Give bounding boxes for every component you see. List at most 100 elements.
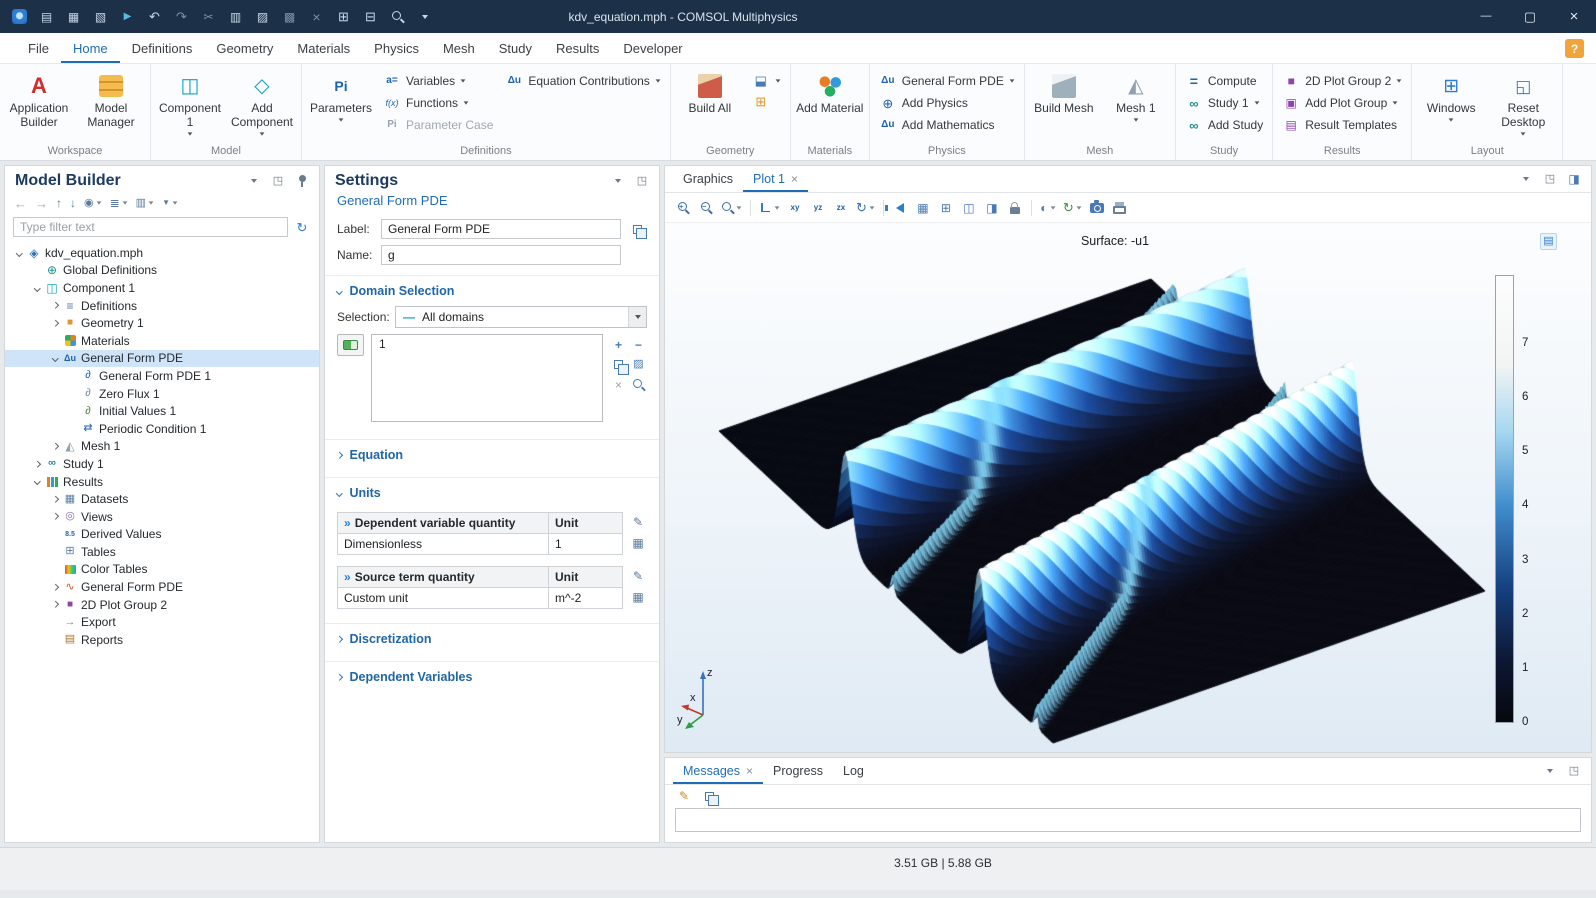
menu-tab-definitions[interactable]: Definitions xyxy=(120,35,205,63)
ribbon-build-mesh[interactable]: Build Mesh xyxy=(1028,67,1100,118)
ribbon-model-manager[interactable]: Model Manager xyxy=(75,67,147,132)
section-header-units[interactable]: Units xyxy=(325,478,659,508)
remove-selection-button[interactable]: − xyxy=(630,336,647,353)
refresh-plot-button[interactable]: ↻ xyxy=(854,198,877,218)
ribbon-add-plot-group[interactable]: ▣Add Plot Group xyxy=(1276,92,1408,114)
zoom-in-button[interactable]: + xyxy=(673,198,693,218)
tree-item-definitions[interactable]: ≡Definitions xyxy=(5,297,319,315)
snapshot-button[interactable] xyxy=(1087,198,1107,218)
tree-item-periodic-condition-1[interactable]: ⇄Periodic Condition 1 xyxy=(5,420,319,438)
redo-button[interactable]: ↷ xyxy=(168,5,195,29)
scene-light-button[interactable] xyxy=(890,198,910,218)
graphics-tab-plot-1[interactable]: Plot 1× xyxy=(743,167,808,192)
ribbon-build-all[interactable]: Build All xyxy=(674,67,746,118)
save-as-button[interactable]: ▧ xyxy=(87,5,114,29)
view-lock-button[interactable] xyxy=(1005,198,1025,218)
menu-tab-mesh[interactable]: Mesh xyxy=(431,35,487,63)
edit-unit-button[interactable]: ✎ xyxy=(629,514,647,530)
minimize-button[interactable]: — xyxy=(1464,0,1508,33)
save-button[interactable]: ▦ xyxy=(60,5,87,29)
tree-expander[interactable] xyxy=(49,444,62,449)
tree-item-2d-plot-group-2[interactable]: ■2D Plot Group 2 xyxy=(5,596,319,614)
rename-button[interactable] xyxy=(627,219,647,239)
help-button[interactable]: ? xyxy=(1565,39,1584,58)
tree-item-kdv-equation-mph[interactable]: ◈kdv_equation.mph xyxy=(5,244,319,262)
ribbon-add-component[interactable]: ◇Add Component xyxy=(226,67,298,138)
tree-item-general-form-pde[interactable]: ΔuGeneral Form PDE xyxy=(5,350,319,368)
zoom-selection-button[interactable] xyxy=(630,376,647,393)
menu-tab-study[interactable]: Study xyxy=(487,35,544,63)
tree-expander[interactable] xyxy=(49,497,62,502)
menu-tab-file[interactable]: File xyxy=(16,35,61,63)
messages-tab-progress[interactable]: Progress xyxy=(763,759,833,784)
messages-content[interactable] xyxy=(675,808,1581,832)
model-tree-button[interactable]: ⊟ xyxy=(357,5,384,29)
filter-refresh-button[interactable]: ↻ xyxy=(293,219,311,235)
tree-expander[interactable] xyxy=(31,479,44,484)
panel-menu-button[interactable] xyxy=(1517,171,1535,187)
messages-tab-log[interactable]: Log xyxy=(833,759,874,784)
grid-view-button[interactable]: ⊞ xyxy=(936,198,956,218)
toolbar-dropdown-button[interactable] xyxy=(411,5,438,29)
update-results-button[interactable]: ↻ xyxy=(1061,198,1084,218)
ribbon-compute[interactable]: =Compute xyxy=(1179,70,1269,92)
close-button[interactable]: × xyxy=(1552,0,1596,33)
ribbon-2d-plot-group-2[interactable]: ■2D Plot Group 2 xyxy=(1276,70,1408,92)
ribbon-geometry-import[interactable]: ⬓ xyxy=(746,70,787,91)
tree-expander[interactable] xyxy=(49,321,62,326)
unit-cell[interactable]: 1 xyxy=(549,534,623,555)
copy-log-button[interactable] xyxy=(700,788,718,804)
duplicate-button[interactable]: ▩ xyxy=(276,5,303,29)
section-header-dependent-variables[interactable]: Dependent Variables xyxy=(325,662,659,692)
paste-selection-button[interactable]: ▨ xyxy=(630,356,647,373)
edit-unit-button[interactable]: ✎ xyxy=(629,568,647,584)
tree-item-general-form-pde-1[interactable]: ∂General Form PDE 1 xyxy=(5,367,319,385)
tree-item-tables[interactable]: ⊞Tables xyxy=(5,543,319,561)
ribbon-study-1[interactable]: ∞Study 1 xyxy=(1179,92,1269,114)
ribbon-general-form-pde[interactable]: ΔuGeneral Form PDE xyxy=(873,70,1021,92)
menu-tab-results[interactable]: Results xyxy=(544,35,611,63)
copy-button[interactable]: ▥ xyxy=(222,5,249,29)
domain-selection-dropdown[interactable]: — All domains xyxy=(395,306,647,328)
view-xy-button[interactable]: xy xyxy=(785,198,805,218)
panel-float-button[interactable]: ◳ xyxy=(269,173,287,189)
tree-expander[interactable] xyxy=(49,356,62,361)
panel-menu-button[interactable] xyxy=(1541,763,1559,779)
show-button[interactable]: ◉ xyxy=(81,194,105,212)
close-tab-icon[interactable]: × xyxy=(746,764,753,778)
add-table-button[interactable]: ⊞ xyxy=(330,5,357,29)
ribbon-application-builder[interactable]: AApplication Builder xyxy=(3,67,75,132)
tree-item-general-form-pde[interactable]: ∿General Form PDE xyxy=(5,578,319,596)
ribbon-parameter-case[interactable]: PiParameter Case xyxy=(377,114,499,136)
tree-expander[interactable] xyxy=(49,602,62,607)
ribbon-mesh-1[interactable]: ◭Mesh 1 xyxy=(1100,67,1172,124)
copy-selection-button[interactable] xyxy=(610,356,627,373)
menu-tab-physics[interactable]: Physics xyxy=(362,35,431,63)
menu-tab-geometry[interactable]: Geometry xyxy=(204,35,285,63)
tree-expander[interactable] xyxy=(13,251,26,256)
ribbon-add-physics[interactable]: ⊕Add Physics xyxy=(873,92,1021,114)
tree-item-derived-values[interactable]: 8.5Derived Values xyxy=(5,526,319,544)
nav-forward-button[interactable]: → xyxy=(32,194,51,212)
open-button[interactable]: ▤ xyxy=(33,5,60,29)
tree-item-global-definitions[interactable]: ⊕Global Definitions xyxy=(5,262,319,280)
maximize-button[interactable]: ▢ xyxy=(1508,0,1552,33)
add-selection-button[interactable]: + xyxy=(610,336,627,353)
view-zx-button[interactable]: zx xyxy=(831,198,851,218)
section-header-domain-selection[interactable]: Domain Selection xyxy=(325,276,659,306)
messages-tab-messages[interactable]: Messages× xyxy=(673,759,763,784)
load-unit-button[interactable]: ▦ xyxy=(629,589,647,605)
print-button[interactable] xyxy=(1110,198,1130,218)
domain-list-item[interactable]: 1 xyxy=(372,335,602,353)
tree-item-mesh-1[interactable]: ◭Mesh 1 xyxy=(5,438,319,456)
default-view-button[interactable] xyxy=(757,198,782,218)
tree-expander[interactable] xyxy=(49,585,62,590)
delete-button[interactable]: × xyxy=(303,5,330,29)
appearance-button[interactable]: ◐ xyxy=(1038,198,1058,218)
undo-button[interactable]: ↶ xyxy=(141,5,168,29)
compute-button[interactable]: ▶ xyxy=(114,5,141,29)
zoom-out-button[interactable]: − xyxy=(696,198,716,218)
ribbon-result-templates[interactable]: ▤Result Templates xyxy=(1276,114,1408,136)
nav-back-button[interactable]: ← xyxy=(11,194,30,212)
label-field[interactable] xyxy=(381,219,621,239)
